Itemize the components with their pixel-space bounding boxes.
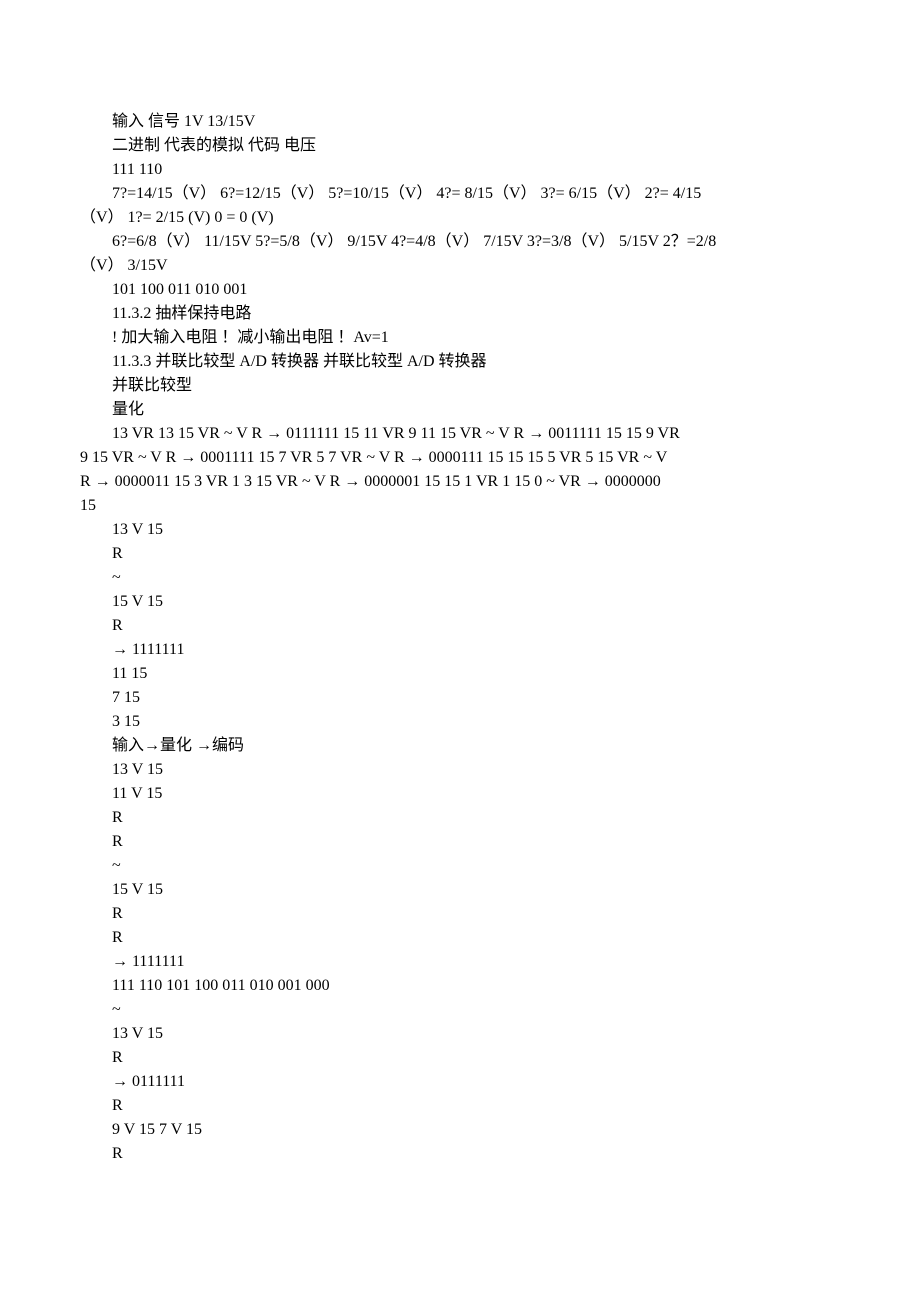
text-line: R bbox=[80, 614, 840, 638]
text-line: R → 0000011 15 3 VR 1 3 15 VR ~ V R → 00… bbox=[80, 470, 840, 494]
text-line: ~ bbox=[80, 854, 840, 878]
text-line: 15 V 15 bbox=[80, 878, 840, 902]
text-line: R bbox=[80, 542, 840, 566]
text-line: 9 V 15 7 V 15 bbox=[80, 1118, 840, 1142]
text-line: 11.3.3 并联比较型 A/D 转换器 并联比较型 A/D 转换器 bbox=[80, 350, 840, 374]
document-page: 输入 信号 1V 13/15V二进制 代表的模拟 代码 电压111 1107?=… bbox=[0, 0, 920, 1302]
text-line: （V） 3/15V bbox=[80, 254, 840, 278]
text-line: 13 V 15 bbox=[80, 518, 840, 542]
text-line: 11.3.2 抽样保持电路 bbox=[80, 302, 840, 326]
text-line: 111 110 101 100 011 010 001 000 bbox=[80, 974, 840, 998]
text-line: R bbox=[80, 1094, 840, 1118]
text-line: → 1111111 bbox=[80, 638, 840, 662]
text-line: → 1111111 bbox=[80, 950, 840, 974]
text-line: 11 V 15 bbox=[80, 782, 840, 806]
text-line: 3 15 bbox=[80, 710, 840, 734]
text-line: R bbox=[80, 902, 840, 926]
text-line: R bbox=[80, 1142, 840, 1166]
text-line: 11 15 bbox=[80, 662, 840, 686]
text-line: 101 100 011 010 001 bbox=[80, 278, 840, 302]
text-line: 并联比较型 bbox=[80, 374, 840, 398]
text-line: ~ bbox=[80, 998, 840, 1022]
text-line: 15 V 15 bbox=[80, 590, 840, 614]
text-line: ~ bbox=[80, 566, 840, 590]
text-line: → 0111111 bbox=[80, 1070, 840, 1094]
document-body: 输入 信号 1V 13/15V二进制 代表的模拟 代码 电压111 1107?=… bbox=[80, 110, 840, 1166]
text-line: 13 V 15 bbox=[80, 758, 840, 782]
text-line: 二进制 代表的模拟 代码 电压 bbox=[80, 134, 840, 158]
text-line: R bbox=[80, 926, 840, 950]
text-line: 6?=6/8（V） 11/15V 5?=5/8（V） 9/15V 4?=4/8（… bbox=[80, 230, 840, 254]
text-line: 输入→量化 →编码 bbox=[80, 734, 840, 758]
text-line: R bbox=[80, 1046, 840, 1070]
text-line: 111 110 bbox=[80, 158, 840, 182]
text-line: ! 加大输入电阻 ！减小输出电阻 ！Av=1 bbox=[80, 326, 840, 350]
text-line: 9 15 VR ~ V R → 0001111 15 7 VR 5 7 VR ~… bbox=[80, 446, 840, 470]
text-line: 输入 信号 1V 13/15V bbox=[80, 110, 840, 134]
text-line: 15 bbox=[80, 494, 840, 518]
text-line: 量化 bbox=[80, 398, 840, 422]
text-line: R bbox=[80, 830, 840, 854]
text-line: （V） 1?= 2/15 (V) 0 = 0 (V) bbox=[80, 206, 840, 230]
text-line: 13 VR 13 15 VR ~ V R → 0111111 15 11 VR … bbox=[80, 422, 840, 446]
text-line: 7 15 bbox=[80, 686, 840, 710]
text-line: 7?=14/15（V） 6?=12/15（V） 5?=10/15（V） 4?= … bbox=[80, 182, 840, 206]
text-line: 13 V 15 bbox=[80, 1022, 840, 1046]
text-line: R bbox=[80, 806, 840, 830]
